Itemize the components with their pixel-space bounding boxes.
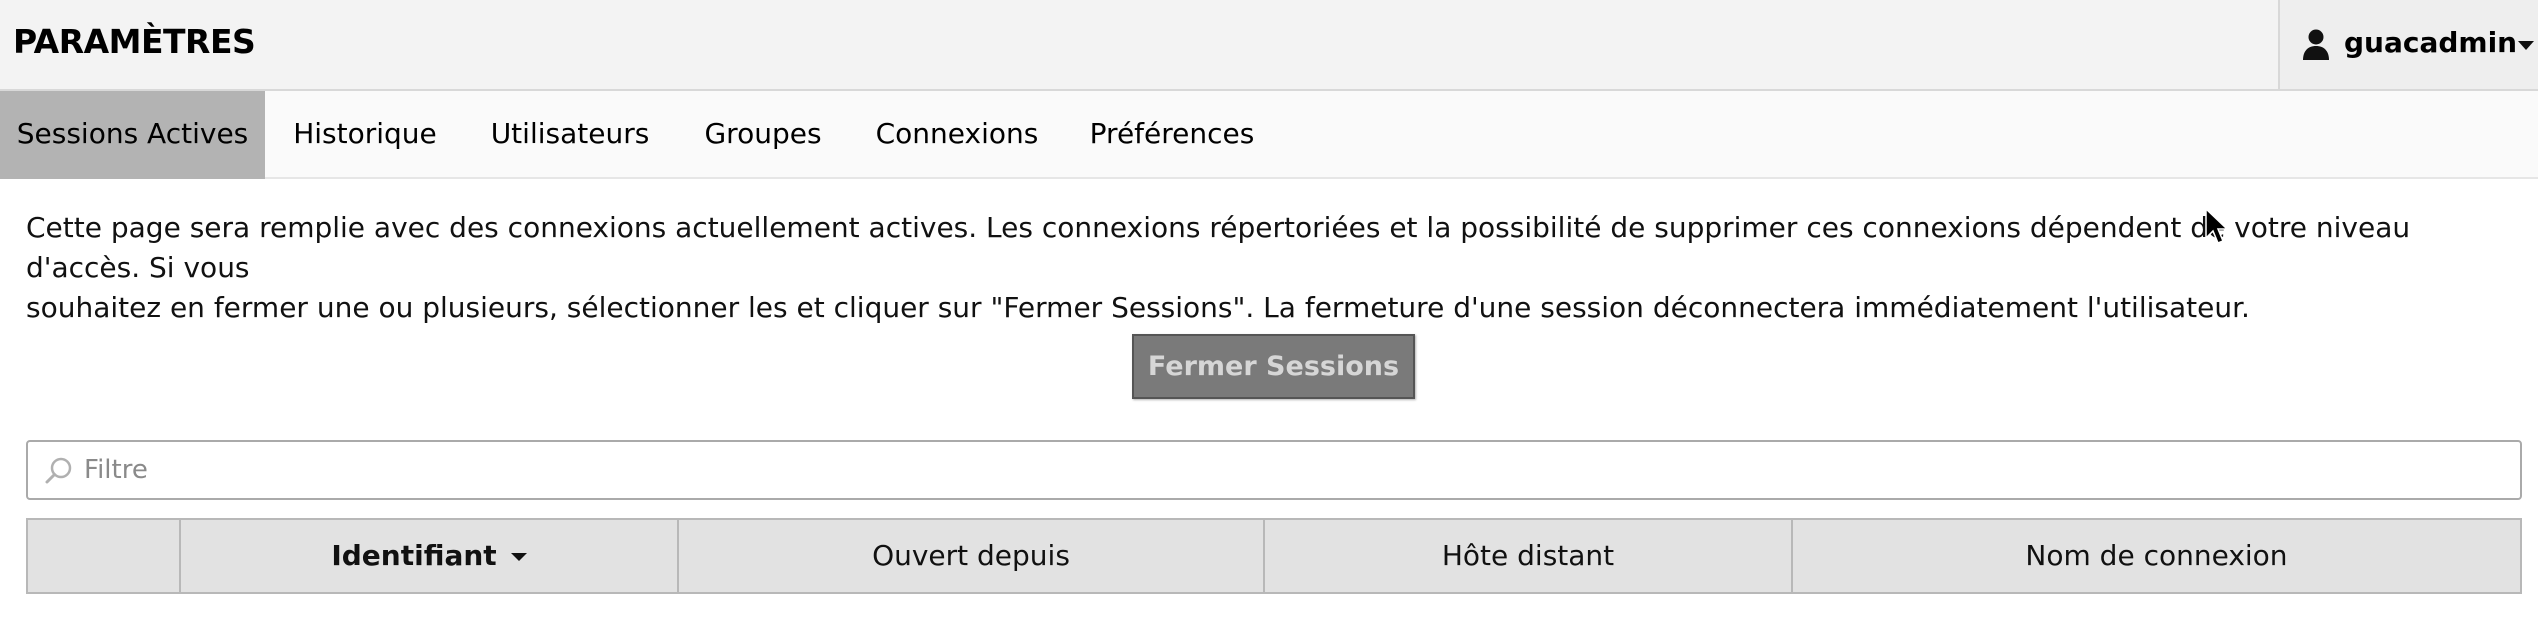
- user-menu[interactable]: guacadmin: [2278, 0, 2538, 89]
- page-title: PARAMÈTRES: [13, 22, 256, 61]
- sessions-table-header: Identifiant Ouvert depuis Hôte distant N…: [26, 518, 2522, 594]
- tab-active-sessions[interactable]: Sessions Actives: [0, 91, 265, 179]
- username-label: guacadmin: [2344, 26, 2518, 59]
- page-description: Cette page sera remplie avec des connexi…: [26, 208, 2506, 328]
- sort-descending-icon: [510, 553, 527, 561]
- column-label: Identifiant: [331, 539, 497, 572]
- column-label: Nom de connexion: [2025, 539, 2288, 572]
- search-icon: [45, 457, 72, 484]
- filter-input[interactable]: [84, 448, 2504, 492]
- chevron-down-icon: [2518, 41, 2534, 50]
- tab-history[interactable]: Historique: [265, 91, 465, 179]
- filter-box: [26, 440, 2522, 500]
- app-header: PARAMÈTRES guacadmin: [0, 0, 2538, 91]
- column-label: Ouvert depuis: [872, 539, 1070, 572]
- column-header-username[interactable]: Identifiant: [181, 520, 679, 592]
- column-header-connection-name[interactable]: Nom de connexion: [1793, 520, 2520, 592]
- description-line: souhaitez en fermer une ou plusieurs, sé…: [26, 291, 2250, 324]
- close-sessions-button[interactable]: Fermer Sessions: [1132, 334, 1415, 399]
- settings-tabs: Sessions Actives Historique Utilisateurs…: [0, 91, 2538, 179]
- column-header-select[interactable]: [28, 520, 181, 592]
- user-icon: [2303, 29, 2329, 60]
- tab-groups[interactable]: Groupes: [675, 91, 851, 179]
- tab-preferences[interactable]: Préférences: [1063, 91, 1281, 179]
- description-line: Cette page sera remplie avec des connexi…: [26, 211, 2411, 284]
- column-header-remote-host[interactable]: Hôte distant: [1265, 520, 1793, 592]
- tab-connections[interactable]: Connexions: [851, 91, 1063, 179]
- column-header-active-since[interactable]: Ouvert depuis: [679, 520, 1265, 592]
- column-label: Hôte distant: [1441, 539, 1615, 572]
- tab-users[interactable]: Utilisateurs: [465, 91, 675, 179]
- mouse-cursor-icon: [2205, 208, 2227, 244]
